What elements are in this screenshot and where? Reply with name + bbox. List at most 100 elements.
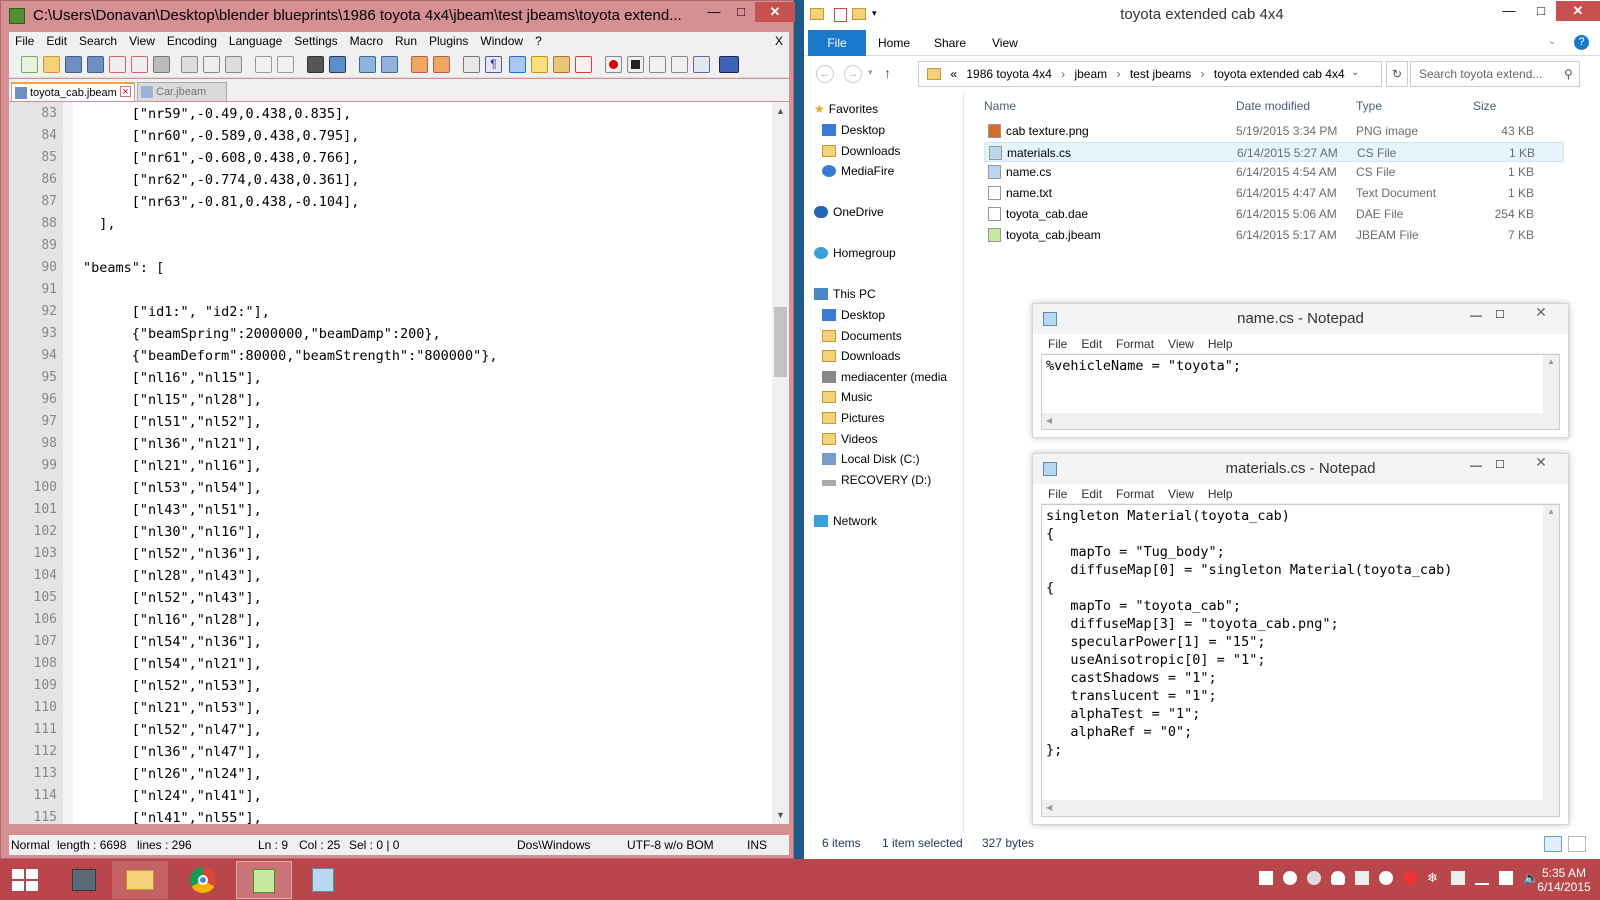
nav-pc-desktop[interactable]: Desktop — [822, 308, 885, 322]
find-icon[interactable] — [307, 56, 324, 73]
nav-pc-downloads[interactable]: Downloads — [822, 349, 900, 363]
tray-windows-icon[interactable] — [1259, 871, 1273, 885]
back-icon[interactable]: ← — [816, 65, 834, 83]
sync-h-icon[interactable] — [433, 56, 450, 73]
nav-pc-music[interactable]: Music — [822, 390, 872, 404]
file-row[interactable]: name.cs 6/14/2015 4:54 AM CS File 1 KB — [984, 162, 1564, 182]
open-file-icon[interactable] — [43, 56, 60, 73]
menu-format[interactable]: Format — [1109, 484, 1161, 501]
ribbon-tab-home[interactable]: Home — [878, 36, 910, 50]
play-macro-icon[interactable] — [649, 56, 666, 73]
nav-pc-local-disk[interactable]: Local Disk (C:) — [822, 452, 920, 466]
notepad-taskbar-icon[interactable] — [296, 861, 352, 899]
breadcrumb-test-jbeams[interactable]: test jbeams — [1130, 67, 1191, 81]
nav-this-pc[interactable]: This PC — [814, 287, 876, 301]
close-all-icon[interactable] — [131, 56, 148, 73]
menu-view[interactable]: View — [1161, 334, 1201, 351]
save-icon[interactable] — [65, 56, 82, 73]
scroll-up-icon[interactable]: ▲ — [776, 106, 785, 116]
breadcrumb-1986-toyota[interactable]: 1986 toyota 4x4 — [966, 67, 1051, 81]
menu-run[interactable]: Run — [389, 32, 423, 50]
indent-guide-icon[interactable] — [509, 56, 526, 73]
menu-edit[interactable]: Edit — [1074, 484, 1109, 501]
undo-icon[interactable] — [255, 56, 272, 73]
notepad-titlebar[interactable]: name.cs - Notepad — □ ✕ — [1033, 304, 1568, 334]
up-icon[interactable]: ↑ — [884, 65, 891, 81]
explorer-titlebar[interactable]: ▾ toyota extended cab 4x4 — □ ✕ — [804, 0, 1600, 30]
tray-snowflake-icon[interactable]: ❄ — [1427, 871, 1441, 885]
recent-locations-icon[interactable]: ▾ — [868, 67, 873, 78]
start-button[interactable] — [12, 869, 38, 891]
nav-fav-downloads[interactable]: Downloads — [822, 144, 900, 158]
details-view-icon[interactable] — [1544, 836, 1562, 852]
menu-file[interactable]: File — [9, 32, 40, 50]
menu-edit[interactable]: Edit — [40, 32, 73, 50]
nav-pc-recovery[interactable]: RECOVERY (D:) — [822, 473, 931, 487]
horizontal-scrollbar[interactable]: ◀ — [1042, 800, 1559, 816]
column-type[interactable]: Type — [1356, 99, 1382, 113]
menu-macro[interactable]: Macro — [344, 32, 389, 50]
menu-encoding[interactable]: Encoding — [161, 32, 223, 50]
sync-v-icon[interactable] — [411, 56, 428, 73]
refresh-icon[interactable]: ↻ — [1386, 61, 1408, 87]
close-file-icon[interactable] — [109, 56, 126, 73]
maximize-button[interactable]: □ — [1496, 456, 1504, 471]
clock[interactable]: 5:35 AM 6/14/2015 — [1534, 866, 1594, 894]
redo-icon[interactable] — [277, 56, 294, 73]
ribbon-tab-view[interactable]: View — [992, 36, 1018, 50]
nav-pc-documents[interactable]: Documents — [822, 329, 902, 343]
breadcrumb-current[interactable]: toyota extended cab 4x4 — [1214, 67, 1345, 81]
file-row[interactable]: materials.cs 6/14/2015 5:27 AM CS File 1 KB — [984, 141, 1564, 162]
stop-macro-icon[interactable] — [627, 56, 644, 73]
menu-window[interactable]: Window — [474, 32, 529, 50]
show-all-chars-icon[interactable]: ¶ — [485, 56, 502, 73]
breadcrumb-overflow[interactable]: « — [950, 67, 957, 81]
replace-icon[interactable] — [329, 56, 346, 73]
tray-antivirus-icon[interactable] — [1403, 871, 1417, 885]
nav-favorites[interactable]: ★ Favorites — [814, 102, 878, 116]
menu-view[interactable]: View — [123, 32, 161, 50]
search-icon[interactable]: ⚲ — [1564, 67, 1573, 81]
spellcheck-icon[interactable] — [719, 56, 739, 73]
minimize-button[interactable]: — — [1494, 1, 1524, 21]
notepadpp-taskbar-icon[interactable] — [236, 861, 292, 899]
save-all-icon[interactable] — [87, 56, 104, 73]
close-button[interactable]: ✕ — [1518, 454, 1564, 474]
search-input[interactable]: Search toyota extend... — [1410, 61, 1580, 87]
file-row[interactable]: toyota_cab.jbeam 6/14/2015 5:17 AM JBEAM F… — [984, 225, 1564, 245]
tray-app-icon[interactable] — [1379, 871, 1393, 885]
scroll-thumb[interactable] — [774, 307, 787, 377]
menu-format[interactable]: Format — [1109, 334, 1161, 351]
menu-help[interactable]: Help — [1201, 334, 1240, 351]
doc-map-icon[interactable] — [553, 56, 570, 73]
vertical-scrollbar[interactable]: ▲ — [1543, 355, 1559, 413]
nav-onedrive[interactable]: OneDrive — [814, 205, 884, 219]
close-button[interactable]: ✕ — [1556, 1, 1600, 21]
word-wrap-icon[interactable] — [463, 56, 480, 73]
tray-steam-icon[interactable] — [1307, 871, 1321, 885]
tray-acrobat-icon[interactable] — [1283, 871, 1297, 885]
menu-help[interactable]: Help — [1201, 484, 1240, 501]
paste-icon[interactable] — [225, 56, 242, 73]
code-editor[interactable]: 83 ["nr59",-0.49,0.438,0.835], 84 ["nr60"… — [9, 102, 789, 826]
tray-device-icon[interactable] — [1451, 871, 1465, 885]
menu-settings[interactable]: Settings — [288, 32, 343, 50]
print-icon[interactable] — [153, 56, 170, 73]
tray-cloud-icon[interactable] — [1331, 871, 1345, 885]
column-date-modified[interactable]: Date modified — [1236, 99, 1310, 113]
tab-close-icon[interactable]: × — [120, 86, 131, 98]
nav-pc-pictures[interactable]: Pictures — [822, 411, 884, 425]
nav-pc-videos[interactable]: Videos — [822, 432, 877, 446]
nav-fav-mediafire[interactable]: MediaFire — [822, 164, 894, 178]
taskbar-app-icon[interactable] — [56, 861, 112, 899]
record-macro-icon[interactable] — [605, 56, 622, 73]
menu-close-doc[interactable]: X — [775, 34, 783, 48]
breadcrumb-jbeam[interactable]: jbeam — [1074, 67, 1107, 81]
file-row[interactable]: name.txt 6/14/2015 4:47 AM Text Document 1 … — [984, 183, 1564, 203]
tab-car-jbeam[interactable]: Car.jbeam — [137, 82, 227, 101]
maximize-button[interactable]: □ — [728, 2, 754, 22]
menu-plugins[interactable]: Plugins — [423, 32, 474, 50]
forward-icon[interactable]: → — [844, 65, 862, 83]
notepad-titlebar[interactable]: materials.cs - Notepad — □ ✕ — [1033, 454, 1568, 484]
menu-edit[interactable]: Edit — [1074, 334, 1109, 351]
